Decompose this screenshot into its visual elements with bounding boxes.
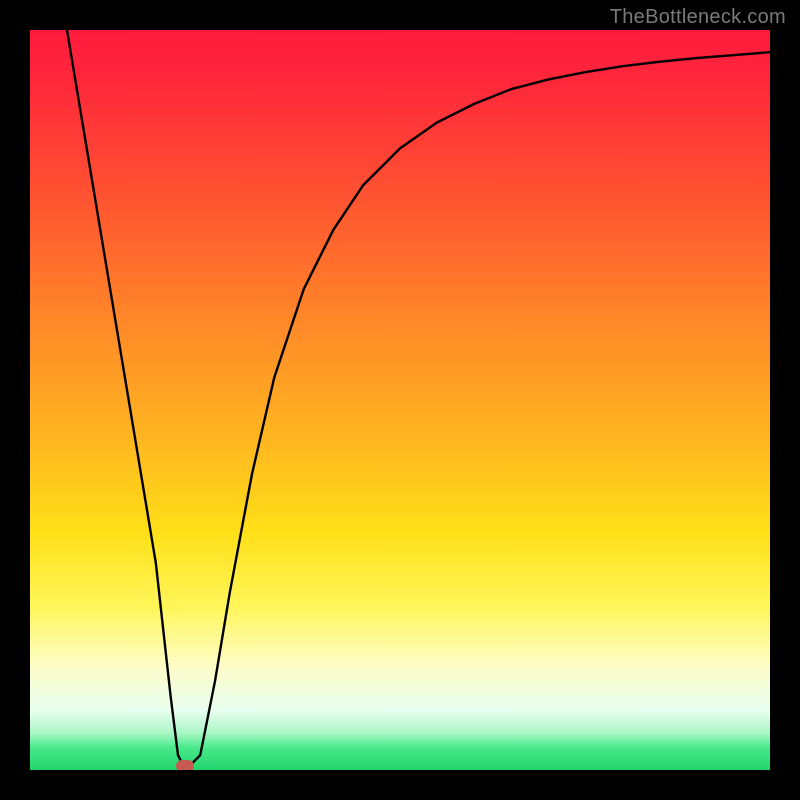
optimal-marker: [176, 760, 194, 770]
chart-frame: TheBottleneck.com: [0, 0, 800, 800]
plot-area: [30, 30, 770, 770]
bottleneck-curve: [67, 30, 770, 770]
curve-svg: [30, 30, 770, 770]
watermark-text: TheBottleneck.com: [610, 6, 786, 29]
